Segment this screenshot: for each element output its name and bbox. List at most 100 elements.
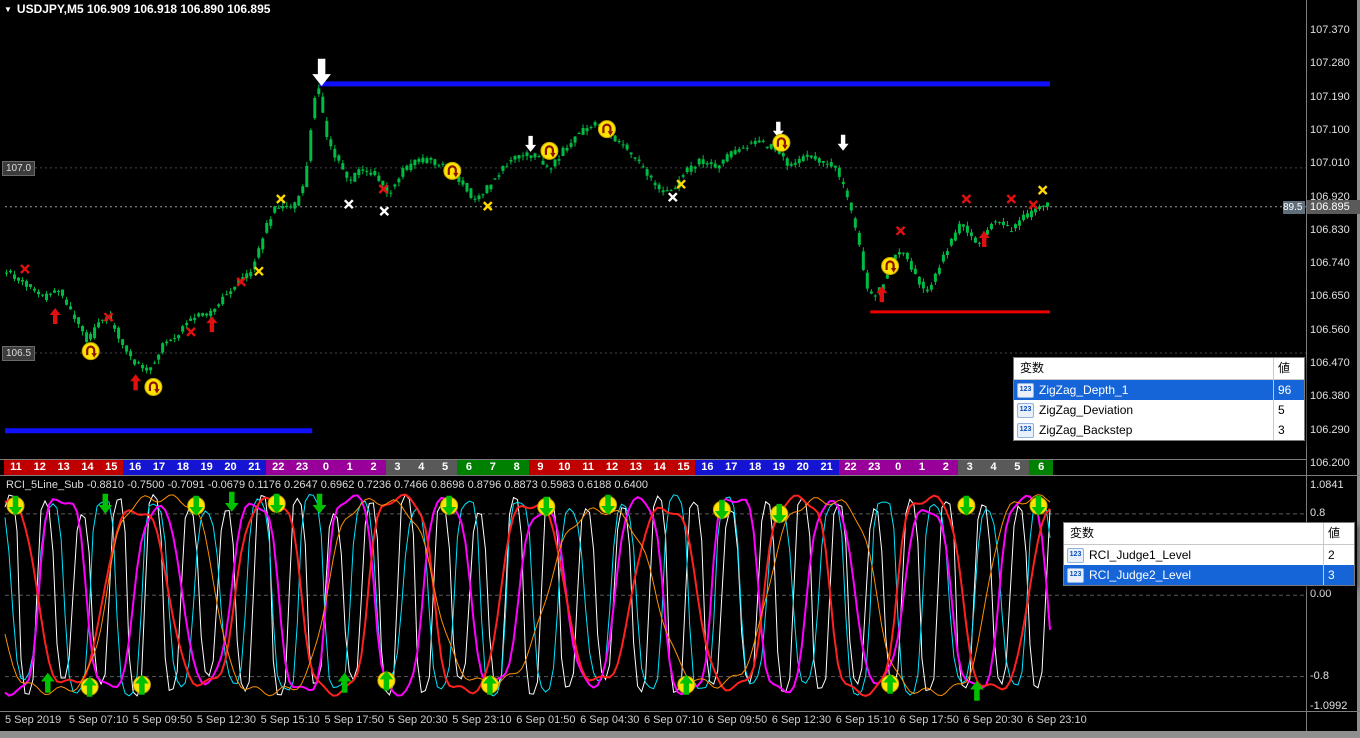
- hour-cell: 17: [147, 460, 171, 475]
- hour-cell: 11: [576, 460, 601, 475]
- signal-x-red[interactable]: [961, 194, 972, 204]
- signal-x-red[interactable]: [20, 264, 30, 274]
- indicator-axis-label: -1.0992: [1310, 700, 1348, 712]
- hour-cell: 5: [433, 460, 458, 475]
- signal-uturn-yellow[interactable]: [597, 120, 616, 139]
- param-name: ZigZag_Deviation: [1039, 403, 1134, 417]
- rci-signal-arrow-up-green[interactable]: [970, 680, 984, 701]
- zigzag-params-popup[interactable]: 変数 値 123 ZigZag_Depth_1 96 123 ZigZag_Deviat…: [1013, 357, 1305, 441]
- param-value: 5: [1273, 400, 1304, 420]
- hour-cell: 7: [480, 460, 505, 475]
- time-axis-label: 6 Sep 15:10: [835, 714, 896, 726]
- price-axis-label: 106.740: [1310, 257, 1350, 270]
- signal-arrow-up-red[interactable]: [206, 316, 218, 333]
- price-axis-label: 106.200: [1310, 457, 1350, 469]
- metatrader-chart-window: ▼ USDJPY,M5 106.909 106.918 106.890 106.…: [0, 0, 1360, 738]
- hour-cell: 20: [218, 460, 243, 475]
- hour-cell: 3: [957, 460, 982, 475]
- rci-signal-circle-arrow-down[interactable]: [187, 495, 206, 516]
- signal-uturn-yellow[interactable]: [772, 133, 791, 152]
- signal-x-white[interactable]: [379, 206, 390, 217]
- hour-cell: 23: [862, 460, 887, 475]
- hour-cell: 20: [790, 460, 815, 475]
- rci-signal-arrow-down-green[interactable]: [224, 491, 239, 512]
- numeric-param-icon: 123: [1067, 547, 1084, 563]
- signal-arrow-down-white[interactable]: [525, 135, 537, 152]
- round-number-tag: 107.0: [2, 160, 36, 176]
- param-name: RCI_Judge2_Level: [1089, 568, 1192, 582]
- price-axis-label: 106.380: [1310, 390, 1350, 403]
- signal-uturn-yellow[interactable]: [81, 342, 100, 361]
- candlestick-series[interactable]: [5, 84, 1049, 375]
- signal-x-yellow[interactable]: [482, 201, 493, 211]
- signal-x-red[interactable]: [1006, 194, 1017, 204]
- signal-x-yellow[interactable]: [254, 266, 264, 277]
- popup-header-value: 値: [1273, 358, 1304, 379]
- signal-x-red[interactable]: [895, 225, 906, 236]
- signal-x-red[interactable]: [186, 327, 196, 337]
- signal-arrow-up-red[interactable]: [130, 374, 142, 391]
- price-axis-label: 107.370: [1310, 24, 1350, 36]
- rci-params-popup[interactable]: 変数 値 123 RCI_Judge1_Level 2 123 RCI_Judge2_L…: [1063, 522, 1355, 586]
- param-row-ZigZag_Backstep[interactable]: 123 ZigZag_Backstep 3: [1014, 420, 1304, 440]
- price-axis-label: 107.100: [1310, 123, 1350, 136]
- hour-cell: 1: [910, 460, 934, 475]
- param-value: 3: [1323, 565, 1354, 585]
- time-axis-label: 5 Sep 17:50: [324, 714, 384, 726]
- chart-title: ▼ USDJPY,M5 106.909 106.918 106.890 106.…: [4, 2, 270, 16]
- hour-cell: 9: [528, 460, 553, 475]
- signal-uturn-yellow[interactable]: [881, 257, 900, 275]
- hour-cell: 19: [767, 460, 791, 475]
- signal-x-red[interactable]: [1028, 200, 1039, 210]
- rci-signal-arrow-down-green[interactable]: [312, 493, 327, 514]
- time-axis-label: 6 Sep 23:10: [1027, 714, 1087, 726]
- signal-uturn-yellow[interactable]: [443, 161, 462, 180]
- panel-separator-indicator[interactable]: [0, 475, 1360, 476]
- hour-cell: 21: [242, 460, 267, 475]
- rci-signal-circle-arrow-up[interactable]: [132, 674, 151, 695]
- hour-cell: 15: [99, 460, 124, 475]
- rci-signal-circle-arrow-down[interactable]: [267, 493, 286, 514]
- param-row-ZigZag_Deviation[interactable]: 123 ZigZag_Deviation 5: [1014, 400, 1304, 420]
- indicator-axis-label: 0.00: [1310, 588, 1332, 601]
- indicator-axis-label: -0.8: [1310, 669, 1329, 682]
- price-axis-label: 107.010: [1310, 157, 1350, 170]
- price-axis-label: 106.650: [1310, 290, 1350, 303]
- hour-cell: 22: [266, 460, 291, 475]
- hour-cell: 13: [51, 460, 76, 475]
- hour-cell: 2: [933, 460, 958, 475]
- signal-uturn-yellow[interactable]: [540, 141, 559, 160]
- time-axis-label: 6 Sep 12:30: [771, 714, 832, 726]
- hour-cell: 19: [194, 460, 219, 475]
- signal-arrow-down-white[interactable]: [837, 134, 849, 151]
- hour-cell: 10: [552, 460, 577, 475]
- hour-cell: 6: [457, 460, 481, 475]
- param-row-RCI_Judge2_Level[interactable]: 123 RCI_Judge2_Level 3: [1064, 565, 1354, 585]
- hour-cell: 14: [647, 460, 672, 475]
- param-row-ZigZag_Depth_1[interactable]: 123 ZigZag_Depth_1 96: [1014, 380, 1304, 400]
- signal-x-yellow[interactable]: [1037, 185, 1048, 195]
- rci-signal-circle-arrow-down[interactable]: [957, 495, 976, 516]
- numeric-param-icon: 123: [1017, 402, 1034, 418]
- hour-cell: 15: [671, 460, 696, 475]
- hour-cell: 3: [385, 460, 410, 475]
- price-axis-separator: [1306, 0, 1307, 731]
- signal-uturn-yellow[interactable]: [144, 378, 163, 396]
- time-axis-label: 6 Sep 01:50: [516, 714, 576, 726]
- hour-cell: 12: [600, 460, 624, 475]
- signal-arrow-up-red[interactable]: [49, 308, 61, 324]
- param-row-RCI_Judge1_Level[interactable]: 123 RCI_Judge1_Level 2: [1064, 545, 1354, 565]
- signal-x-white[interactable]: [667, 192, 678, 203]
- signal-x-yellow[interactable]: [276, 194, 286, 204]
- param-value: 3: [1273, 420, 1304, 440]
- param-name: ZigZag_Backstep: [1039, 423, 1133, 437]
- hour-cell: 0: [313, 460, 338, 475]
- hour-cell: 14: [75, 460, 100, 475]
- indicator-axis-label: 0.8: [1310, 506, 1326, 519]
- bid-line-partial-label: 89.5: [1283, 201, 1305, 214]
- time-axis-label: 5 Sep 20:30: [388, 714, 448, 726]
- hour-cell: 1: [337, 460, 362, 475]
- signal-x-white[interactable]: [343, 199, 354, 210]
- rci-signal-circle-arrow-up[interactable]: [677, 674, 696, 695]
- chart-menu-icon[interactable]: ▼: [4, 5, 12, 14]
